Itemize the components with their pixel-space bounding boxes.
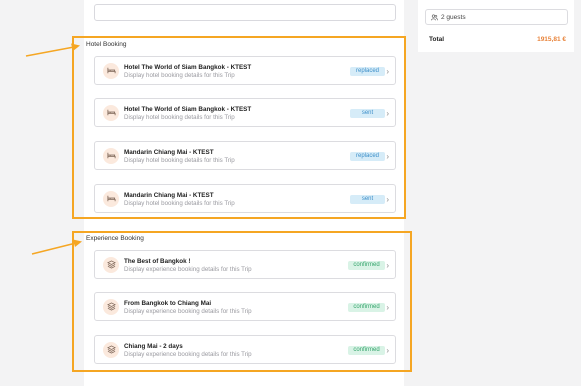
chevron-right-icon[interactable]: › — [386, 67, 389, 76]
row-title: The Best of Bangkok ! — [124, 258, 191, 265]
guests-label: 2 guests — [441, 13, 466, 21]
total-label: Total — [429, 36, 445, 43]
total-value: 1915,81 € — [537, 36, 566, 43]
experience-section-title: Experience Booking — [86, 235, 144, 242]
row-title: Mandarin Chiang Mai - KTEST — [124, 192, 214, 199]
summary-card — [418, 0, 574, 52]
hotel-section-title: Hotel Booking — [86, 41, 127, 48]
row-subtitle: Display hotel booking details for this T… — [124, 200, 235, 207]
row-title: Hotel The World of Siam Bangkok - KTEST — [124, 106, 252, 113]
experience-booking-row[interactable]: From Bangkok to Chiang Mai Display exper… — [94, 292, 396, 321]
hotel-booking-row[interactable]: Mandarin Chiang Mai - KTEST Display hote… — [94, 184, 396, 213]
status-badge: sent — [350, 109, 385, 118]
status-badge: sent — [350, 195, 385, 204]
experience-booking-row[interactable]: The Best of Bangkok ! Display experience… — [94, 250, 396, 279]
chevron-right-icon[interactable]: › — [386, 346, 389, 355]
guests-selector[interactable]: 2 guests — [425, 9, 568, 25]
chevron-right-icon[interactable]: › — [386, 195, 389, 204]
bed-icon — [103, 147, 119, 164]
bed-icon — [103, 104, 119, 121]
users-icon — [431, 14, 438, 20]
hotel-booking-row[interactable]: Mandarin Chiang Mai - KTEST Display hote… — [94, 141, 396, 170]
layers-icon — [103, 256, 119, 273]
status-badge: confirmed — [348, 261, 385, 270]
bed-icon — [103, 62, 119, 79]
row-subtitle: Display experience booking details for t… — [124, 308, 252, 315]
layers-icon — [103, 341, 119, 358]
row-subtitle: Display hotel booking details for this T… — [124, 114, 235, 121]
hotel-booking-row[interactable]: Hotel The World of Siam Bangkok - KTEST … — [94, 98, 396, 127]
row-subtitle: Display hotel booking details for this T… — [124, 157, 235, 164]
status-badge: replaced — [350, 67, 385, 76]
row-subtitle: Display experience booking details for t… — [124, 266, 252, 273]
chevron-right-icon[interactable]: › — [386, 261, 389, 270]
status-badge: confirmed — [348, 303, 385, 312]
chevron-right-icon[interactable]: › — [386, 152, 389, 161]
trip-field[interactable] — [94, 4, 396, 21]
hotel-booking-row[interactable]: Hotel The World of Siam Bangkok - KTEST … — [94, 56, 396, 85]
row-title: Chiang Mai - 2 days — [124, 343, 183, 350]
row-subtitle: Display hotel booking details for this T… — [124, 72, 235, 79]
chevron-right-icon[interactable]: › — [386, 109, 389, 118]
status-badge: replaced — [350, 152, 385, 161]
row-subtitle: Display experience booking details for t… — [124, 351, 252, 358]
status-badge: confirmed — [348, 346, 385, 355]
row-title: Hotel The World of Siam Bangkok - KTEST — [124, 64, 252, 71]
row-title: From Bangkok to Chiang Mai — [124, 300, 212, 307]
row-title: Mandarin Chiang Mai - KTEST — [124, 149, 214, 156]
layers-icon — [103, 298, 119, 315]
experience-booking-row[interactable]: Chiang Mai - 2 days Display experience b… — [94, 335, 396, 364]
chevron-right-icon[interactable]: › — [386, 303, 389, 312]
bed-icon — [103, 190, 119, 207]
